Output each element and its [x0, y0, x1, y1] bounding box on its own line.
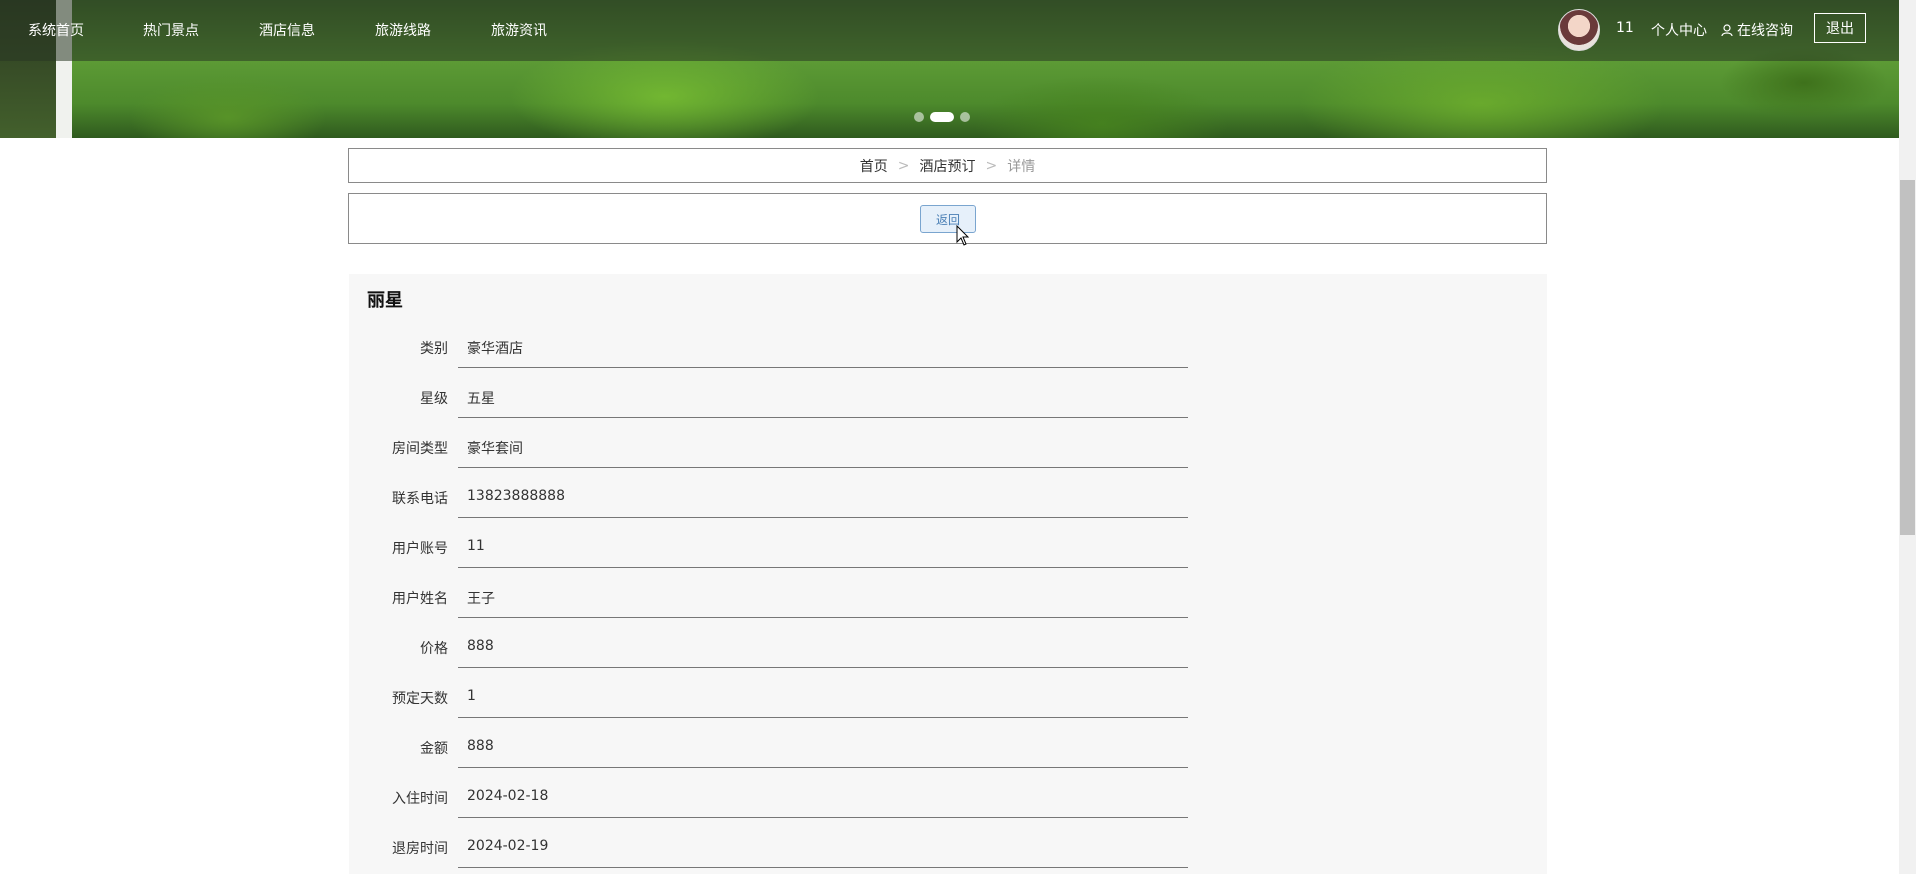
- field-label-user-name: 用户姓名: [392, 591, 448, 607]
- breadcrumb: 首页 > 酒店预订 > 详情: [348, 148, 1547, 183]
- detail-panel: [349, 274, 1547, 874]
- field-label-amount: 金额: [420, 741, 448, 757]
- field-value-checkin: 2024-02-18: [467, 788, 549, 804]
- logout-button[interactable]: 退出: [1814, 13, 1866, 43]
- field-underline: [458, 767, 1188, 768]
- field-value-price: 888: [467, 638, 494, 654]
- personal-center-link[interactable]: 个人中心: [1651, 20, 1707, 40]
- field-value-amount: 888: [467, 738, 494, 754]
- user-avatar[interactable]: [1558, 9, 1600, 51]
- field-underline: [458, 617, 1188, 618]
- breadcrumb-current: 详情: [1007, 158, 1036, 175]
- field-label-checkout: 退房时间: [392, 841, 448, 857]
- field-label-category: 类别: [420, 341, 448, 357]
- nav-home[interactable]: 系统首页: [28, 20, 84, 40]
- hotel-name: 丽星: [367, 290, 403, 311]
- scrollbar-thumb[interactable]: [1900, 180, 1915, 535]
- breadcrumb-hotel-booking[interactable]: 酒店预订: [920, 156, 976, 176]
- field-value-account: 11: [467, 538, 485, 554]
- breadcrumb-separator: >: [985, 157, 998, 174]
- field-underline: [458, 667, 1188, 668]
- field-value-checkout: 2024-02-19: [467, 838, 549, 854]
- online-consult-label: 在线咨询: [1737, 23, 1793, 39]
- field-label-checkin: 入住时间: [392, 791, 448, 807]
- username: 11: [1616, 20, 1634, 36]
- field-value-room-type: 豪华套间: [467, 441, 523, 457]
- breadcrumb-home[interactable]: 首页: [860, 156, 888, 176]
- nav-news[interactable]: 旅游资讯: [491, 20, 547, 40]
- breadcrumb-separator: >: [897, 157, 910, 174]
- nav-routes[interactable]: 旅游线路: [375, 20, 431, 40]
- carousel-indicators: [914, 112, 970, 122]
- field-underline: [458, 517, 1188, 518]
- user-icon: [1721, 23, 1733, 36]
- nav-attractions[interactable]: 热门景点: [143, 20, 199, 40]
- field-value-user-name: 王子: [467, 591, 495, 607]
- carousel-dot[interactable]: [914, 112, 924, 122]
- field-value-days: 1: [467, 688, 476, 704]
- field-underline: [458, 817, 1188, 818]
- nav-hotels[interactable]: 酒店信息: [259, 20, 315, 40]
- field-underline: [458, 367, 1188, 368]
- field-label-room-type: 房间类型: [392, 441, 448, 457]
- field-underline: [458, 417, 1188, 418]
- field-value-category: 豪华酒店: [467, 341, 523, 357]
- field-label-star: 星级: [420, 391, 448, 407]
- field-label-price: 价格: [420, 641, 448, 657]
- field-label-days: 预定天数: [392, 691, 448, 707]
- field-value-star: 五星: [467, 391, 495, 407]
- carousel-dot[interactable]: [960, 112, 970, 122]
- online-consult-link[interactable]: 在线咨询: [1721, 20, 1793, 40]
- field-underline: [458, 567, 1188, 568]
- carousel-dot-active[interactable]: [930, 112, 954, 122]
- field-value-phone: 13823888888: [467, 488, 565, 504]
- field-label-account: 用户账号: [392, 541, 448, 557]
- field-underline: [458, 467, 1188, 468]
- field-underline: [458, 717, 1188, 718]
- mouse-cursor-icon: [956, 225, 970, 246]
- field-underline: [458, 867, 1188, 868]
- field-label-phone: 联系电话: [392, 491, 448, 507]
